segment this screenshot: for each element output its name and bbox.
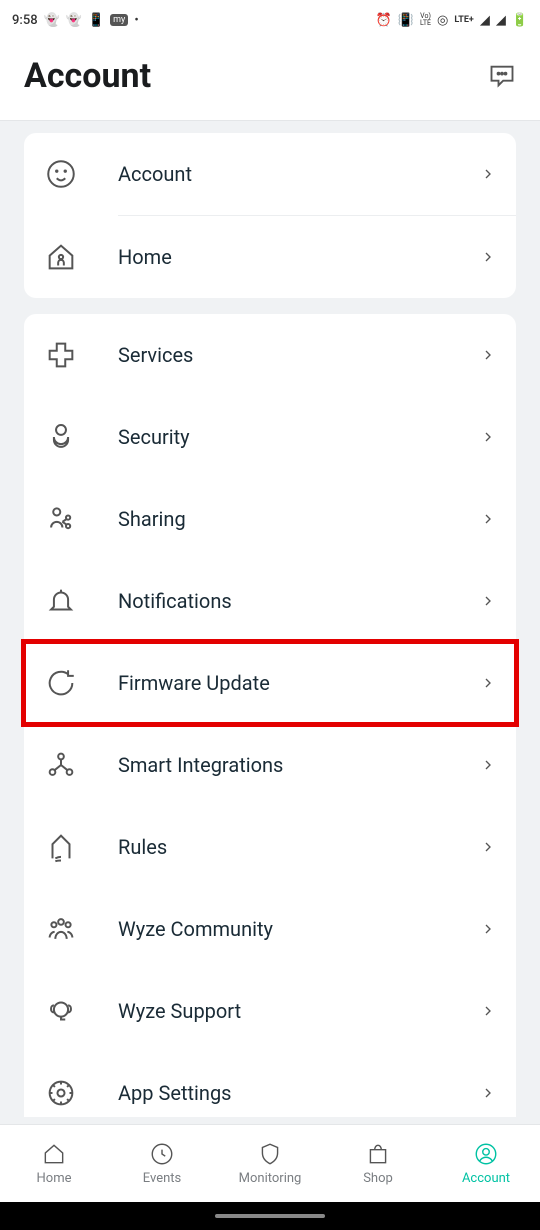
home-handle[interactable] (215, 1214, 325, 1218)
rules-icon (44, 830, 78, 864)
chevron-right-icon (480, 166, 496, 182)
support-icon (44, 994, 78, 1028)
chevron-right-icon (480, 429, 496, 445)
integrations-icon (44, 748, 78, 782)
phone-sync-icon: 📱 (88, 13, 104, 28)
vibrate-icon: 📳 (398, 13, 414, 28)
share-person-icon (44, 502, 78, 536)
refresh-icon (44, 666, 78, 700)
row-app-settings[interactable]: App Settings (24, 1052, 516, 1117)
row-rules[interactable]: Rules (24, 806, 516, 888)
row-wyze-support[interactable]: Wyze Support (24, 970, 516, 1052)
battery-icon: 🔋 (512, 13, 528, 28)
lock-icon (44, 420, 78, 454)
nav-label: Monitoring (239, 1171, 302, 1186)
chevron-right-icon (480, 593, 496, 609)
page-title: Account (24, 56, 151, 96)
row-label: Sharing (118, 507, 480, 531)
row-label: Notifications (118, 589, 480, 613)
row-firmware-update[interactable]: Firmware Update (24, 642, 516, 724)
row-label: Firmware Update (118, 671, 480, 695)
row-label: Wyze Community (118, 917, 480, 941)
row-notifications[interactable]: Notifications (24, 560, 516, 642)
chevron-right-icon (480, 757, 496, 773)
row-smart-integrations[interactable]: Smart Integrations (24, 724, 516, 806)
plus-medical-icon (44, 338, 78, 372)
nav-label: Account (462, 1171, 510, 1186)
row-sharing[interactable]: Sharing (24, 478, 516, 560)
community-icon (44, 912, 78, 946)
chevron-right-icon (480, 1085, 496, 1101)
row-label: Services (118, 343, 480, 367)
chevron-right-icon (480, 347, 496, 363)
row-label: Smart Integrations (118, 753, 480, 777)
chevron-right-icon (480, 839, 496, 855)
signal-icon: ◢ (480, 13, 490, 28)
snapchat-icon: 👻 (66, 13, 82, 28)
row-label: Wyze Support (118, 999, 480, 1023)
nav-shop[interactable]: Shop (324, 1125, 432, 1202)
smiley-icon (44, 157, 78, 191)
chevron-right-icon (480, 511, 496, 527)
home-icon (41, 1141, 67, 1167)
content-scroll[interactable]: Account Home Services Security (0, 121, 540, 1117)
nav-account[interactable]: Account (432, 1125, 540, 1202)
bag-icon (365, 1141, 391, 1167)
nav-home[interactable]: Home (0, 1125, 108, 1202)
status-time: 9:58 (12, 13, 38, 28)
house-person-icon (44, 240, 78, 274)
settings-group: Account Home (24, 133, 516, 298)
row-label: Account (118, 162, 480, 186)
row-services[interactable]: Services (24, 314, 516, 396)
page-header: Account (0, 40, 540, 121)
android-nav-bar[interactable] (0, 1202, 540, 1230)
chat-icon[interactable] (488, 62, 516, 90)
row-label: Home (118, 245, 480, 269)
shield-icon (257, 1141, 283, 1167)
row-home[interactable]: Home (24, 216, 516, 298)
chevron-right-icon (480, 921, 496, 937)
alarm-icon: ⏰ (376, 13, 392, 28)
nav-label: Events (143, 1171, 181, 1186)
nav-monitoring[interactable]: Monitoring (216, 1125, 324, 1202)
status-bar: 9:58 👻 👻 📱 my • ⏰ 📳 Vo) LTE ◎ LTE+ ◢ ◢ 🔋 (0, 0, 540, 40)
settings-group: Services Security Sharing Notifications (24, 314, 516, 1117)
gear-icon (44, 1076, 78, 1110)
volte-icon: Vo) LTE (420, 13, 431, 27)
nav-events[interactable]: Events (108, 1125, 216, 1202)
hotspot-icon: ◎ (437, 13, 448, 28)
nav-label: Home (37, 1171, 72, 1186)
lte-icon: LTE+ (454, 15, 473, 25)
bell-icon (44, 584, 78, 618)
row-account[interactable]: Account (24, 133, 516, 215)
person-circle-icon (473, 1141, 499, 1167)
nav-label: Shop (363, 1171, 393, 1186)
row-label: Rules (118, 835, 480, 859)
chevron-right-icon (480, 1003, 496, 1019)
bottom-nav: Home Events Monitoring Shop Account (0, 1124, 540, 1202)
chevron-right-icon (480, 249, 496, 265)
clock-icon (149, 1141, 175, 1167)
app-icon: my (110, 14, 128, 26)
snapchat-icon: 👻 (44, 13, 60, 28)
row-label: App Settings (118, 1081, 480, 1105)
chevron-right-icon (480, 675, 496, 691)
signal-icon: ◢ (496, 13, 506, 28)
row-wyze-community[interactable]: Wyze Community (24, 888, 516, 970)
row-label: Security (118, 425, 480, 449)
row-security[interactable]: Security (24, 396, 516, 478)
dot-icon: • (134, 13, 138, 28)
